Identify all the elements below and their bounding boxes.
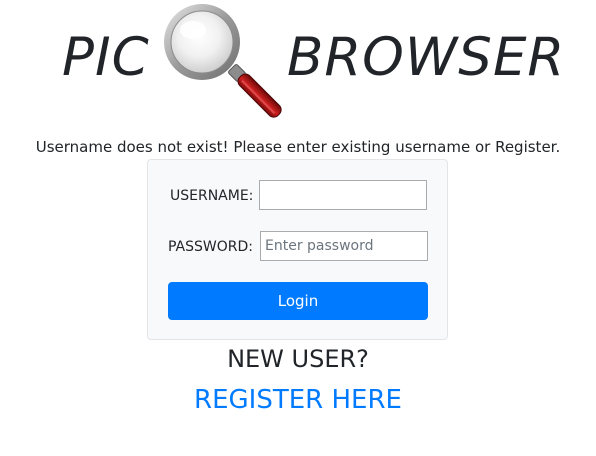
error-message: Username does not exist! Please enter ex… [35,138,561,156]
password-label: PASSWORD: [168,239,253,255]
logo-text-browser: BROWSER [287,27,566,88]
logo-text-pic: PIC [62,27,150,88]
username-label: USERNAME: [170,188,254,204]
register-link[interactable]: REGISTER HERE [0,383,596,417]
new-user-heading: NEW USER? [227,345,369,373]
login-button[interactable]: Login [168,282,428,320]
password-input[interactable] [260,231,428,261]
login-form: USERNAME: PASSWORD: Login [147,159,448,340]
username-input[interactable] [259,180,427,210]
magnifying-glass-icon [164,4,282,118]
